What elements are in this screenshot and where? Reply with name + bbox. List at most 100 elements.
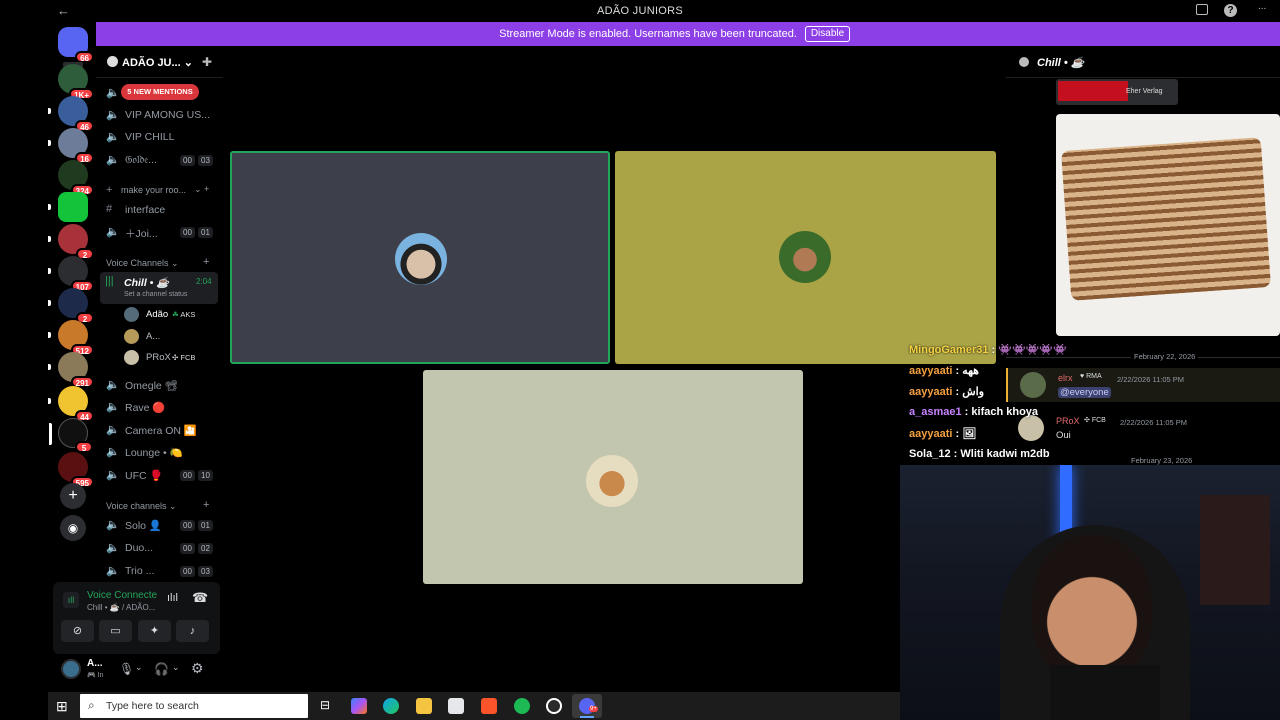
settings-gear-icon[interactable]: ⚙ bbox=[191, 660, 204, 677]
clan-tag: ✣ FCB bbox=[172, 353, 195, 362]
mention-message[interactable]: elrx ♥ RMA 2/22/2026 11:05 PM @everyone bbox=[1006, 368, 1280, 402]
channel-item[interactable]: 🔈 Camera ON 🎦 bbox=[104, 422, 218, 440]
help-icon[interactable]: ? bbox=[1224, 4, 1237, 17]
guild-header[interactable]: ADÃO JU... ⌄ ✚ bbox=[96, 46, 223, 78]
attachment-image[interactable] bbox=[1056, 114, 1280, 336]
taskbar-search[interactable]: ⌕ Type here to search bbox=[80, 694, 308, 718]
channel-item[interactable]: 🔈 VIP CHILL bbox=[104, 129, 218, 147]
mention-everyone[interactable]: @everyone bbox=[1058, 387, 1111, 398]
server-icon[interactable]: 107 bbox=[48, 256, 94, 292]
video-tile[interactable] bbox=[615, 151, 996, 364]
channel-name: Camera ON 🎦 bbox=[125, 425, 198, 437]
category-voice-channels[interactable]: Voice Channels ⌄ bbox=[106, 258, 179, 269]
task-view-icon[interactable]: ⊟ bbox=[320, 698, 330, 712]
server-icon[interactable]: 324 bbox=[58, 160, 94, 196]
image-content bbox=[1061, 137, 1271, 301]
avatar[interactable] bbox=[61, 659, 81, 679]
microphone-icon[interactable]: 🎙 bbox=[119, 662, 134, 676]
user-panel: A... 🎮 In 🎙 ⌄ 🎧 ⌄ ⚙ bbox=[53, 654, 220, 686]
noise-suppression-icon[interactable]: ılıl bbox=[167, 592, 178, 604]
video-tile[interactable] bbox=[230, 151, 610, 364]
channel-item[interactable]: 🔈 UFC 🥊 00 10 bbox=[104, 467, 218, 485]
headphones-icon[interactable]: 🎧 bbox=[154, 662, 169, 676]
invite-icon[interactable]: ✚ bbox=[202, 55, 212, 69]
channel-item[interactable]: 🔈 Duo... 00 02 bbox=[104, 540, 218, 558]
video-tile[interactable] bbox=[423, 370, 803, 584]
soundboard-icon[interactable]: ♪ bbox=[176, 620, 209, 642]
channel-item[interactable]: # interface bbox=[104, 202, 218, 220]
user-limit: 03 bbox=[198, 155, 213, 166]
username[interactable]: A... bbox=[87, 658, 103, 669]
channel-item[interactable]: 🔈 Solo 👤 00 01 bbox=[104, 517, 218, 535]
guild-name[interactable]: ADÃO JU... ⌄ bbox=[122, 56, 193, 69]
voice-member[interactable]: PRoX ✣ FCB bbox=[124, 349, 218, 367]
voice-member[interactable]: Adão ☘ AKS bbox=[124, 306, 218, 324]
server-icon[interactable]: 291 bbox=[48, 352, 94, 388]
clan-tag-text: AKS bbox=[180, 310, 196, 319]
server-icon[interactable] bbox=[48, 192, 88, 222]
channel-status[interactable]: Set a channel status bbox=[124, 291, 187, 298]
server-icon[interactable]: 44 bbox=[48, 386, 94, 422]
channel-item[interactable]: 🔈 Omegle 📽 bbox=[104, 377, 218, 395]
more-options-icon[interactable]: ... bbox=[1258, 2, 1266, 12]
brave-icon[interactable] bbox=[481, 698, 497, 714]
speaker-icon: 🔈 bbox=[106, 446, 120, 458]
signal-icon[interactable]: ıll bbox=[63, 592, 79, 608]
category-label: Voice channels bbox=[106, 501, 167, 511]
store-icon[interactable] bbox=[448, 698, 464, 714]
direct-messages-icon[interactable]: 66 bbox=[58, 27, 94, 63]
edge-icon[interactable] bbox=[383, 698, 399, 714]
chat-message[interactable]: PRoX ✣ FCB 2/22/2026 11:05 PM Oui bbox=[1006, 411, 1280, 445]
camera-off-icon[interactable]: ⊘ bbox=[61, 620, 94, 642]
channel-item[interactable]: 🔈 ＋Joi... 00 01 bbox=[104, 224, 218, 242]
discover-icon[interactable]: ◉ bbox=[60, 515, 86, 541]
server-icon[interactable]: 1K+ bbox=[58, 64, 94, 100]
server-icon[interactable]: 2 bbox=[48, 288, 94, 324]
server-icon[interactable]: 46 bbox=[48, 96, 94, 132]
channel-item[interactable]: + make your roo... ⌄ + bbox=[104, 183, 218, 201]
chevron-down-icon[interactable]: ⌄ bbox=[172, 662, 180, 673]
clan-tag-text: FCB bbox=[1091, 417, 1106, 424]
server-icon[interactable]: 2 bbox=[48, 224, 94, 260]
voice-member[interactable]: A... bbox=[124, 328, 218, 346]
active-voice-channel[interactable]: ||| Chill • ☕ 2:04 Set a channel status bbox=[100, 272, 218, 304]
obs-icon[interactable] bbox=[546, 698, 562, 714]
channel-item[interactable]: 🔈 Trio ... 00 03 bbox=[104, 563, 218, 581]
discord-taskbar-button[interactable]: 9+ bbox=[572, 694, 602, 718]
windows-start-icon[interactable]: ⊞ bbox=[56, 698, 68, 715]
channel-item[interactable]: 🔈 Rave 🔴 bbox=[104, 399, 218, 417]
chevron-down-icon[interactable]: ⌄ bbox=[135, 662, 143, 673]
window-title: ADÃO JUNIORS bbox=[596, 5, 684, 17]
inbox-icon[interactable] bbox=[1196, 4, 1208, 15]
windows-taskbar: ⊞ ⌕ Type here to search ⊟ 9+ bbox=[48, 692, 900, 720]
add-channel-icon[interactable]: + bbox=[203, 256, 209, 268]
author-name[interactable]: PRoX bbox=[1056, 416, 1080, 426]
server-icon[interactable]: 16 bbox=[48, 128, 94, 164]
add-channel-icon[interactable]: + bbox=[203, 499, 209, 511]
embed-image[interactable]: Eher Verlag bbox=[1056, 79, 1178, 105]
channel-item[interactable]: 🔈 VIP AMONG US... bbox=[104, 107, 218, 125]
voice-status[interactable]: Voice Connecte bbox=[87, 590, 157, 601]
speaker-icon: 🔈 bbox=[106, 87, 120, 99]
server-icon[interactable]: 512 bbox=[48, 320, 94, 356]
disable-button[interactable]: Disable bbox=[805, 26, 850, 42]
server-icon[interactable]: 595 bbox=[58, 452, 94, 488]
channel-item[interactable]: 🔈 Lounge • 🍋 bbox=[104, 444, 218, 462]
copilot-icon[interactable] bbox=[351, 698, 367, 714]
file-explorer-icon[interactable] bbox=[416, 698, 432, 714]
category-voice-channels-2[interactable]: Voice channels ⌄ bbox=[106, 501, 177, 512]
activities-icon[interactable]: ✦ bbox=[138, 620, 171, 642]
spotify-icon[interactable] bbox=[514, 698, 530, 714]
clan-tag-icon: ☘ bbox=[172, 310, 179, 319]
disconnect-icon[interactable]: ☎ bbox=[192, 590, 208, 606]
voice-channel-path[interactable]: Chill • ☕ / ADÃO... bbox=[87, 603, 155, 612]
author-name[interactable]: elrx bbox=[1058, 373, 1073, 383]
add-server-icon[interactable]: + bbox=[60, 483, 86, 509]
unread-pip bbox=[48, 140, 51, 146]
screen-share-icon[interactable]: ▭ bbox=[99, 620, 132, 642]
server-icon-juniors[interactable]: 5 bbox=[49, 418, 93, 453]
chevron-icon: ⌄ + bbox=[194, 184, 210, 194]
participant-avatar bbox=[586, 455, 638, 507]
speaker-icon: 🔈 bbox=[106, 109, 120, 121]
channel-item[interactable]: 🔈 𝔊𝔬𝔩𝔡𝔢... 00 03 bbox=[104, 152, 218, 170]
